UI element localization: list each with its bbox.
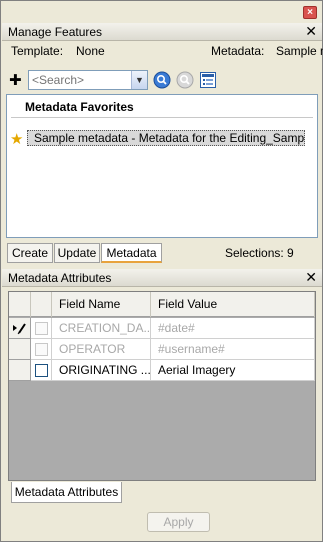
manage-features-close-icon[interactable]: ✕	[305, 23, 317, 39]
tab-metadata[interactable]: Metadata	[101, 243, 162, 263]
star-icon: ★	[10, 131, 24, 148]
table-row[interactable]: ORIGINATING ... Aerial Imagery	[9, 360, 315, 381]
edit-pencil-icon	[13, 323, 26, 335]
field-value-cell[interactable]: #date#	[151, 318, 315, 339]
field-name-cell: ORIGINATING ...	[52, 360, 151, 381]
manage-features-window: × Manage Features ✕ Template: None Metad…	[0, 0, 323, 542]
row-indicator	[9, 339, 31, 360]
clear-search-icon[interactable]	[176, 71, 194, 89]
row-indicator	[9, 318, 31, 339]
tab-update[interactable]: Update	[54, 243, 100, 263]
row-checkbox[interactable]	[31, 318, 52, 339]
tab-metadata-attributes[interactable]: Metadata Attributes	[11, 482, 122, 503]
header-check	[31, 292, 52, 317]
template-label: Template:	[11, 44, 64, 58]
search-input[interactable]	[29, 71, 129, 89]
metadata-attributes-header: Metadata Attributes ✕	[2, 269, 322, 287]
metadata-value: Sample m	[276, 44, 323, 58]
favorites-divider	[11, 117, 313, 118]
row-checkbox[interactable]	[31, 339, 52, 360]
apply-button[interactable]: Apply	[147, 512, 210, 532]
tab-create[interactable]: Create	[7, 243, 53, 263]
metadata-attributes-grid: Field Name Field Value CREATION_DA... #d…	[8, 291, 316, 481]
favorite-item[interactable]: Sample metadata - Metadata for the Editi…	[27, 130, 305, 146]
window-top-strip: ×	[2, 2, 322, 22]
column-header-field-value[interactable]: Field Value	[151, 292, 315, 317]
column-header-field-name[interactable]: Field Name	[52, 292, 151, 317]
row-checkbox[interactable]	[31, 360, 52, 381]
grid-header: Field Name Field Value	[9, 292, 315, 317]
search-combo[interactable]: ▼	[28, 70, 148, 90]
search-icon[interactable]	[153, 71, 171, 89]
table-row[interactable]: CREATION_DA... #date#	[9, 318, 315, 339]
metadata-attributes-title: Metadata Attributes	[8, 271, 112, 285]
field-value-cell[interactable]: Aerial Imagery	[151, 360, 315, 381]
metadata-label: Metadata:	[211, 44, 265, 58]
field-value-cell[interactable]: #username#	[151, 339, 315, 360]
list-view-icon[interactable]	[199, 71, 217, 89]
manage-features-title: Manage Features	[8, 25, 103, 39]
search-dropdown-button[interactable]: ▼	[131, 71, 147, 89]
selections-count: Selections: 9	[225, 246, 294, 260]
field-name-cell: OPERATOR	[52, 339, 151, 360]
template-value: None	[76, 44, 105, 58]
row-indicator	[9, 360, 31, 381]
metadata-favorites-list[interactable]: Metadata Favorites ★ Sample metadata - M…	[6, 94, 318, 238]
header-indicator	[9, 292, 31, 317]
metadata-attributes-close-icon[interactable]: ✕	[305, 269, 317, 285]
favorites-title: Metadata Favorites	[25, 100, 134, 114]
add-icon[interactable]: ✚	[9, 71, 22, 89]
table-row[interactable]: OPERATOR #username#	[9, 339, 315, 360]
field-name-cell: CREATION_DA...	[52, 318, 151, 339]
window-close-button[interactable]: ×	[303, 6, 317, 19]
manage-features-header: Manage Features ✕	[2, 23, 322, 41]
